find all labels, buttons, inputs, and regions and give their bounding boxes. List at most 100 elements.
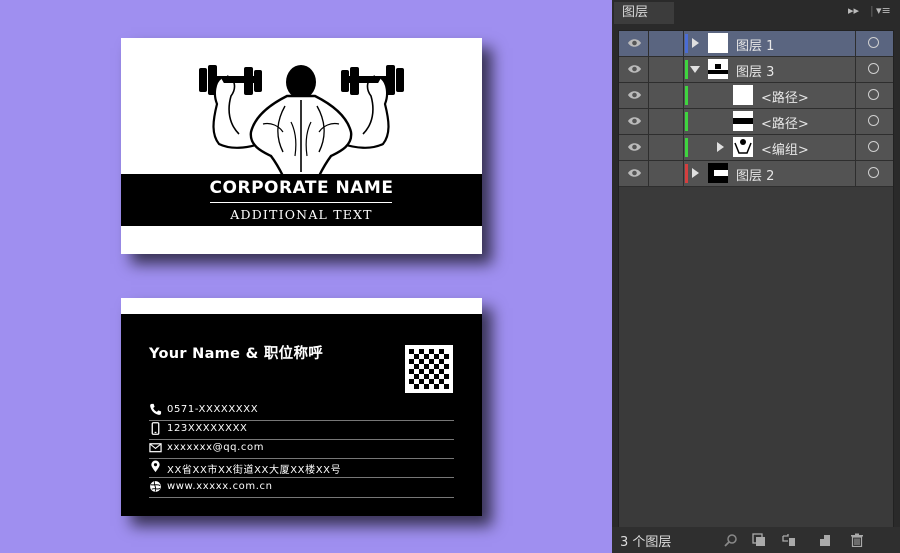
clipping-mask-icon[interactable] (752, 533, 766, 547)
location-pin-icon (151, 460, 160, 473)
layer-color-swatch (685, 34, 688, 53)
qr-module (409, 349, 414, 354)
layer-thumbnail (733, 137, 753, 157)
layer-row[interactable]: <编组> (619, 135, 893, 161)
qr-code (405, 345, 453, 393)
qr-checker-pattern (409, 349, 449, 389)
qr-module (434, 354, 439, 359)
qr-module (429, 349, 434, 354)
target-circle-button[interactable] (855, 83, 892, 108)
qr-module (439, 349, 444, 354)
qr-module (429, 359, 434, 364)
search-layer-icon[interactable] (724, 533, 738, 547)
layer-row[interactable]: <路径> (619, 109, 893, 135)
lock-toggle[interactable] (648, 109, 684, 134)
back-top-strip (121, 298, 482, 314)
target-circle-icon (868, 141, 879, 152)
qr-module (439, 379, 444, 384)
layer-thumbnail (733, 85, 753, 105)
new-layer-icon[interactable] (818, 533, 832, 547)
layer-name[interactable]: <编组> (761, 139, 809, 158)
expand-triangle-icon[interactable] (690, 37, 700, 49)
divider-icon: | (870, 4, 874, 17)
target-circle-button[interactable] (855, 57, 892, 82)
qr-module (424, 384, 429, 389)
qr-module (429, 369, 434, 374)
layer-name[interactable]: 图层 1 (736, 35, 774, 54)
qr-module (409, 379, 414, 384)
qr-module (419, 359, 424, 364)
layers-list[interactable]: 图层 1 图层 3 <路径> <路径> <编组> 图层 2 (618, 30, 894, 528)
target-circle-button[interactable] (855, 31, 892, 56)
tab-layers[interactable]: 图层 (614, 2, 674, 24)
trash-icon[interactable] (850, 533, 864, 547)
bodybuilder-dumbbell-illustration (199, 65, 404, 178)
expand-triangle-icon[interactable] (690, 167, 700, 179)
qr-module (424, 364, 429, 369)
qr-module (414, 364, 419, 369)
target-circle-icon (868, 63, 879, 74)
qr-module (414, 354, 419, 359)
contact-address-text: XX省XX市XX街道XX大厦XX楼XX号 (167, 465, 342, 476)
layer-thumbnail (708, 163, 728, 183)
contact-email-text: xxxxxxx@qq.com (167, 442, 265, 453)
layer-name[interactable]: <路径> (761, 113, 809, 132)
lock-toggle[interactable] (648, 31, 684, 56)
mobile-icon (151, 422, 160, 435)
layer-row[interactable]: <路径> (619, 83, 893, 109)
phone-icon (150, 403, 162, 415)
visibility-eye-icon[interactable] (627, 115, 642, 127)
layer-row[interactable]: 图层 1 (619, 31, 893, 57)
lock-toggle[interactable] (648, 57, 684, 82)
qr-module (434, 364, 439, 369)
target-circle-button[interactable] (855, 109, 892, 134)
qr-module (444, 354, 449, 359)
qr-module (419, 379, 424, 384)
contact-row-phone: 0571-XXXXXXXX (149, 401, 454, 421)
name-and-title: Your Name & 职位称呼 (149, 346, 324, 362)
panel-header: 图层 ▸▸ | ▾≡ (612, 0, 900, 24)
contact-website-text: www.xxxxx.com.cn (167, 481, 273, 492)
layer-name[interactable]: <路径> (761, 87, 809, 106)
qr-module (409, 359, 414, 364)
panel-footer: 3 个图层 (612, 527, 900, 553)
qr-module (414, 374, 419, 379)
visibility-eye-icon[interactable] (627, 167, 642, 179)
target-circle-button[interactable] (855, 161, 892, 186)
title-underline (210, 202, 392, 203)
layer-thumbnail (708, 59, 728, 79)
visibility-eye-icon[interactable] (627, 63, 642, 75)
layer-name[interactable]: 图层 2 (736, 165, 774, 184)
layer-name[interactable]: 图层 3 (736, 61, 774, 80)
target-circle-icon (868, 37, 879, 48)
layer-thumbnail (733, 111, 753, 131)
corporate-name: CORPORATE NAME (209, 178, 394, 198)
qr-module (439, 359, 444, 364)
visibility-eye-icon[interactable] (627, 37, 642, 49)
visibility-eye-icon[interactable] (627, 89, 642, 101)
layer-color-swatch (685, 112, 688, 131)
contact-row-website: www.xxxxx.com.cn (149, 478, 454, 498)
lock-toggle[interactable] (648, 83, 684, 108)
new-sublayer-icon[interactable] (782, 533, 796, 547)
target-circle-icon (868, 115, 879, 126)
email-icon (149, 443, 162, 453)
layer-row[interactable]: 图层 2 (619, 161, 893, 187)
layers-panel[interactable]: 图层 ▸▸ | ▾≡ 图层 1 图层 3 <路径> <路径> <编组> 图层 2… (612, 0, 900, 553)
target-circle-button[interactable] (855, 135, 892, 160)
layer-color-swatch (685, 60, 688, 79)
lock-toggle[interactable] (648, 135, 684, 160)
contact-mobile-text: 123XXXXXXXX (167, 423, 248, 434)
layer-row[interactable]: 图层 3 (619, 57, 893, 83)
business-card-back[interactable]: Your Name & 职位称呼 0571-XXXXXXXX 123XXXXXX… (121, 298, 482, 516)
qr-module (444, 374, 449, 379)
collapse-panel-icon[interactable]: ▸▸ (848, 4, 859, 17)
qr-module (424, 354, 429, 359)
lock-toggle[interactable] (648, 161, 684, 186)
collapse-triangle-icon[interactable] (690, 63, 700, 75)
expand-triangle-icon[interactable] (715, 141, 725, 153)
visibility-eye-icon[interactable] (627, 141, 642, 153)
panel-menu-icon[interactable]: ▾≡ (876, 4, 891, 17)
layer-count: 3 个图层 (620, 535, 672, 550)
business-card-front[interactable]: CORPORATE NAME ADDITIONAL TEXT (121, 38, 482, 254)
